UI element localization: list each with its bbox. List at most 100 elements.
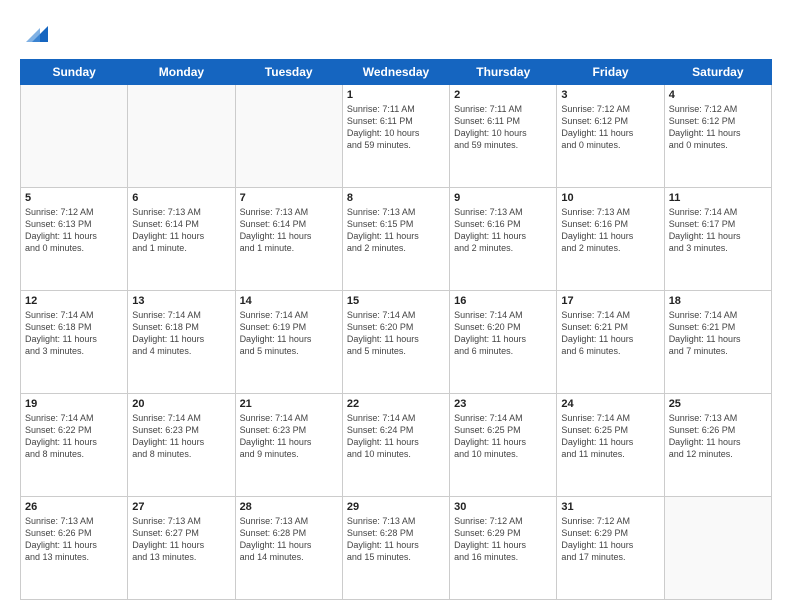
day-info: Sunrise: 7:14 AM Sunset: 6:20 PM Dayligh… [454, 309, 552, 358]
day-number: 30 [454, 501, 552, 513]
calendar-cell: 14Sunrise: 7:14 AM Sunset: 6:19 PM Dayli… [235, 291, 342, 394]
day-info: Sunrise: 7:13 AM Sunset: 6:28 PM Dayligh… [347, 515, 445, 564]
day-info: Sunrise: 7:14 AM Sunset: 6:25 PM Dayligh… [454, 412, 552, 461]
page: SundayMondayTuesdayWednesdayThursdayFrid… [0, 0, 792, 612]
calendar-cell: 21 Sunrise: 7:14 AM Sunset: 6:23 PM Dayli… [235, 394, 342, 497]
day-number: 16 [454, 295, 552, 307]
day-number: 27 [132, 501, 230, 513]
logo-icon [26, 22, 48, 44]
col-header-thursday: Thursday [450, 60, 557, 85]
day-number: 8 [347, 192, 445, 204]
day-number: 26 [25, 501, 123, 513]
calendar-cell [21, 85, 128, 188]
calendar-cell: 23 Sunrise: 7:14 AM Sunset: 6:25 PM Dayli… [450, 394, 557, 497]
day-number: 19 [25, 398, 123, 410]
day-number: 15 [347, 295, 445, 307]
calendar-week-4: 26 Sunrise: 7:13 AM Sunset: 6:26 PM Dayli… [21, 497, 772, 600]
calendar-cell: 25 Sunrise: 7:13 AM Sunset: 6:26 PM Dayli… [664, 394, 771, 497]
day-number: 29 [347, 501, 445, 513]
day-info: Sunrise: 7:14 AM Sunset: 6:18 PM Dayligh… [25, 309, 123, 358]
calendar-cell: 5 Sunrise: 7:12 AM Sunset: 6:13 PM Daylig… [21, 188, 128, 291]
calendar-cell: 10 Sunrise: 7:13 AM Sunset: 6:16 PM Dayli… [557, 188, 664, 291]
day-info: Sunrise: 7:11 AM Sunset: 6:11 PM Dayligh… [454, 103, 552, 152]
day-info: Sunrise: 7:12 AM Sunset: 6:13 PM Dayligh… [25, 206, 123, 255]
calendar-week-0: 1 Sunrise: 7:11 AM Sunset: 6:11 PM Daylig… [21, 85, 772, 188]
day-info: Sunrise: 7:12 AM Sunset: 6:12 PM Dayligh… [669, 103, 767, 152]
calendar-header-row: SundayMondayTuesdayWednesdayThursdayFrid… [21, 60, 772, 85]
day-info: Sunrise: 7:14 AM Sunset: 6:18 PM Dayligh… [132, 309, 230, 358]
day-info: Sunrise: 7:13 AM Sunset: 6:14 PM Dayligh… [132, 206, 230, 255]
day-info: Sunrise: 7:14 AM Sunset: 6:21 PM Dayligh… [669, 309, 767, 358]
calendar-cell: 19 Sunrise: 7:14 AM Sunset: 6:22 PM Dayli… [21, 394, 128, 497]
day-number: 24 [561, 398, 659, 410]
day-info: Sunrise: 7:13 AM Sunset: 6:28 PM Dayligh… [240, 515, 338, 564]
calendar-cell [235, 85, 342, 188]
day-info: Sunrise: 7:12 AM Sunset: 6:12 PM Dayligh… [561, 103, 659, 152]
calendar-cell: 27Sunrise: 7:13 AM Sunset: 6:27 PM Dayli… [128, 497, 235, 600]
calendar-cell: 17Sunrise: 7:14 AM Sunset: 6:21 PM Dayli… [557, 291, 664, 394]
col-header-saturday: Saturday [664, 60, 771, 85]
day-info: Sunrise: 7:14 AM Sunset: 6:23 PM Dayligh… [132, 412, 230, 461]
calendar-cell: 15 Sunrise: 7:14 AM Sunset: 6:20 PM Dayli… [342, 291, 449, 394]
header [20, 18, 772, 49]
calendar-cell [128, 85, 235, 188]
calendar-cell: 11Sunrise: 7:14 AM Sunset: 6:17 PM Dayli… [664, 188, 771, 291]
day-info: Sunrise: 7:13 AM Sunset: 6:26 PM Dayligh… [669, 412, 767, 461]
col-header-monday: Monday [128, 60, 235, 85]
calendar-cell: 3 Sunrise: 7:12 AM Sunset: 6:12 PM Daylig… [557, 85, 664, 188]
calendar-cell: 26 Sunrise: 7:13 AM Sunset: 6:26 PM Dayli… [21, 497, 128, 600]
calendar-cell: 31 Sunrise: 7:12 AM Sunset: 6:29 PM Dayli… [557, 497, 664, 600]
day-info: Sunrise: 7:13 AM Sunset: 6:26 PM Dayligh… [25, 515, 123, 564]
day-info: Sunrise: 7:13 AM Sunset: 6:15 PM Dayligh… [347, 206, 445, 255]
day-number: 13 [132, 295, 230, 307]
calendar-cell: 24Sunrise: 7:14 AM Sunset: 6:25 PM Dayli… [557, 394, 664, 497]
calendar-week-2: 12 Sunrise: 7:14 AM Sunset: 6:18 PM Dayli… [21, 291, 772, 394]
day-number: 28 [240, 501, 338, 513]
day-number: 17 [561, 295, 659, 307]
day-number: 5 [25, 192, 123, 204]
calendar-table: SundayMondayTuesdayWednesdayThursdayFrid… [20, 59, 772, 600]
calendar-cell [664, 497, 771, 600]
day-number: 12 [25, 295, 123, 307]
calendar-cell: 30 Sunrise: 7:12 AM Sunset: 6:29 PM Dayli… [450, 497, 557, 600]
day-info: Sunrise: 7:11 AM Sunset: 6:11 PM Dayligh… [347, 103, 445, 152]
calendar-cell: 8 Sunrise: 7:13 AM Sunset: 6:15 PM Daylig… [342, 188, 449, 291]
day-number: 4 [669, 89, 767, 101]
calendar-cell: 18 Sunrise: 7:14 AM Sunset: 6:21 PM Dayli… [664, 291, 771, 394]
calendar-cell: 20 Sunrise: 7:14 AM Sunset: 6:23 PM Dayli… [128, 394, 235, 497]
day-number: 7 [240, 192, 338, 204]
calendar-cell: 13 Sunrise: 7:14 AM Sunset: 6:18 PM Dayli… [128, 291, 235, 394]
day-number: 10 [561, 192, 659, 204]
day-number: 31 [561, 501, 659, 513]
day-number: 6 [132, 192, 230, 204]
calendar-week-1: 5 Sunrise: 7:12 AM Sunset: 6:13 PM Daylig… [21, 188, 772, 291]
day-info: Sunrise: 7:14 AM Sunset: 6:20 PM Dayligh… [347, 309, 445, 358]
col-header-sunday: Sunday [21, 60, 128, 85]
day-number: 18 [669, 295, 767, 307]
day-number: 9 [454, 192, 552, 204]
calendar-cell: 16 Sunrise: 7:14 AM Sunset: 6:20 PM Dayli… [450, 291, 557, 394]
calendar-cell: 12 Sunrise: 7:14 AM Sunset: 6:18 PM Dayli… [21, 291, 128, 394]
day-number: 3 [561, 89, 659, 101]
calendar-cell: 6 Sunrise: 7:13 AM Sunset: 6:14 PM Daylig… [128, 188, 235, 291]
day-number: 1 [347, 89, 445, 101]
day-number: 25 [669, 398, 767, 410]
logo [20, 18, 48, 49]
day-info: Sunrise: 7:14 AM Sunset: 6:17 PM Dayligh… [669, 206, 767, 255]
day-info: Sunrise: 7:14 AM Sunset: 6:23 PM Dayligh… [240, 412, 338, 461]
day-info: Sunrise: 7:12 AM Sunset: 6:29 PM Dayligh… [454, 515, 552, 564]
day-info: Sunrise: 7:14 AM Sunset: 6:24 PM Dayligh… [347, 412, 445, 461]
calendar-cell: 1 Sunrise: 7:11 AM Sunset: 6:11 PM Daylig… [342, 85, 449, 188]
calendar-cell: 4 Sunrise: 7:12 AM Sunset: 6:12 PM Daylig… [664, 85, 771, 188]
calendar-cell: 9Sunrise: 7:13 AM Sunset: 6:16 PM Daylig… [450, 188, 557, 291]
calendar-cell: 7Sunrise: 7:13 AM Sunset: 6:14 PM Daylig… [235, 188, 342, 291]
day-number: 21 [240, 398, 338, 410]
day-number: 20 [132, 398, 230, 410]
day-info: Sunrise: 7:14 AM Sunset: 6:19 PM Dayligh… [240, 309, 338, 358]
day-info: Sunrise: 7:13 AM Sunset: 6:16 PM Dayligh… [561, 206, 659, 255]
calendar-cell: 2Sunrise: 7:11 AM Sunset: 6:11 PM Daylig… [450, 85, 557, 188]
day-info: Sunrise: 7:14 AM Sunset: 6:22 PM Dayligh… [25, 412, 123, 461]
day-info: Sunrise: 7:12 AM Sunset: 6:29 PM Dayligh… [561, 515, 659, 564]
day-number: 23 [454, 398, 552, 410]
col-header-wednesday: Wednesday [342, 60, 449, 85]
